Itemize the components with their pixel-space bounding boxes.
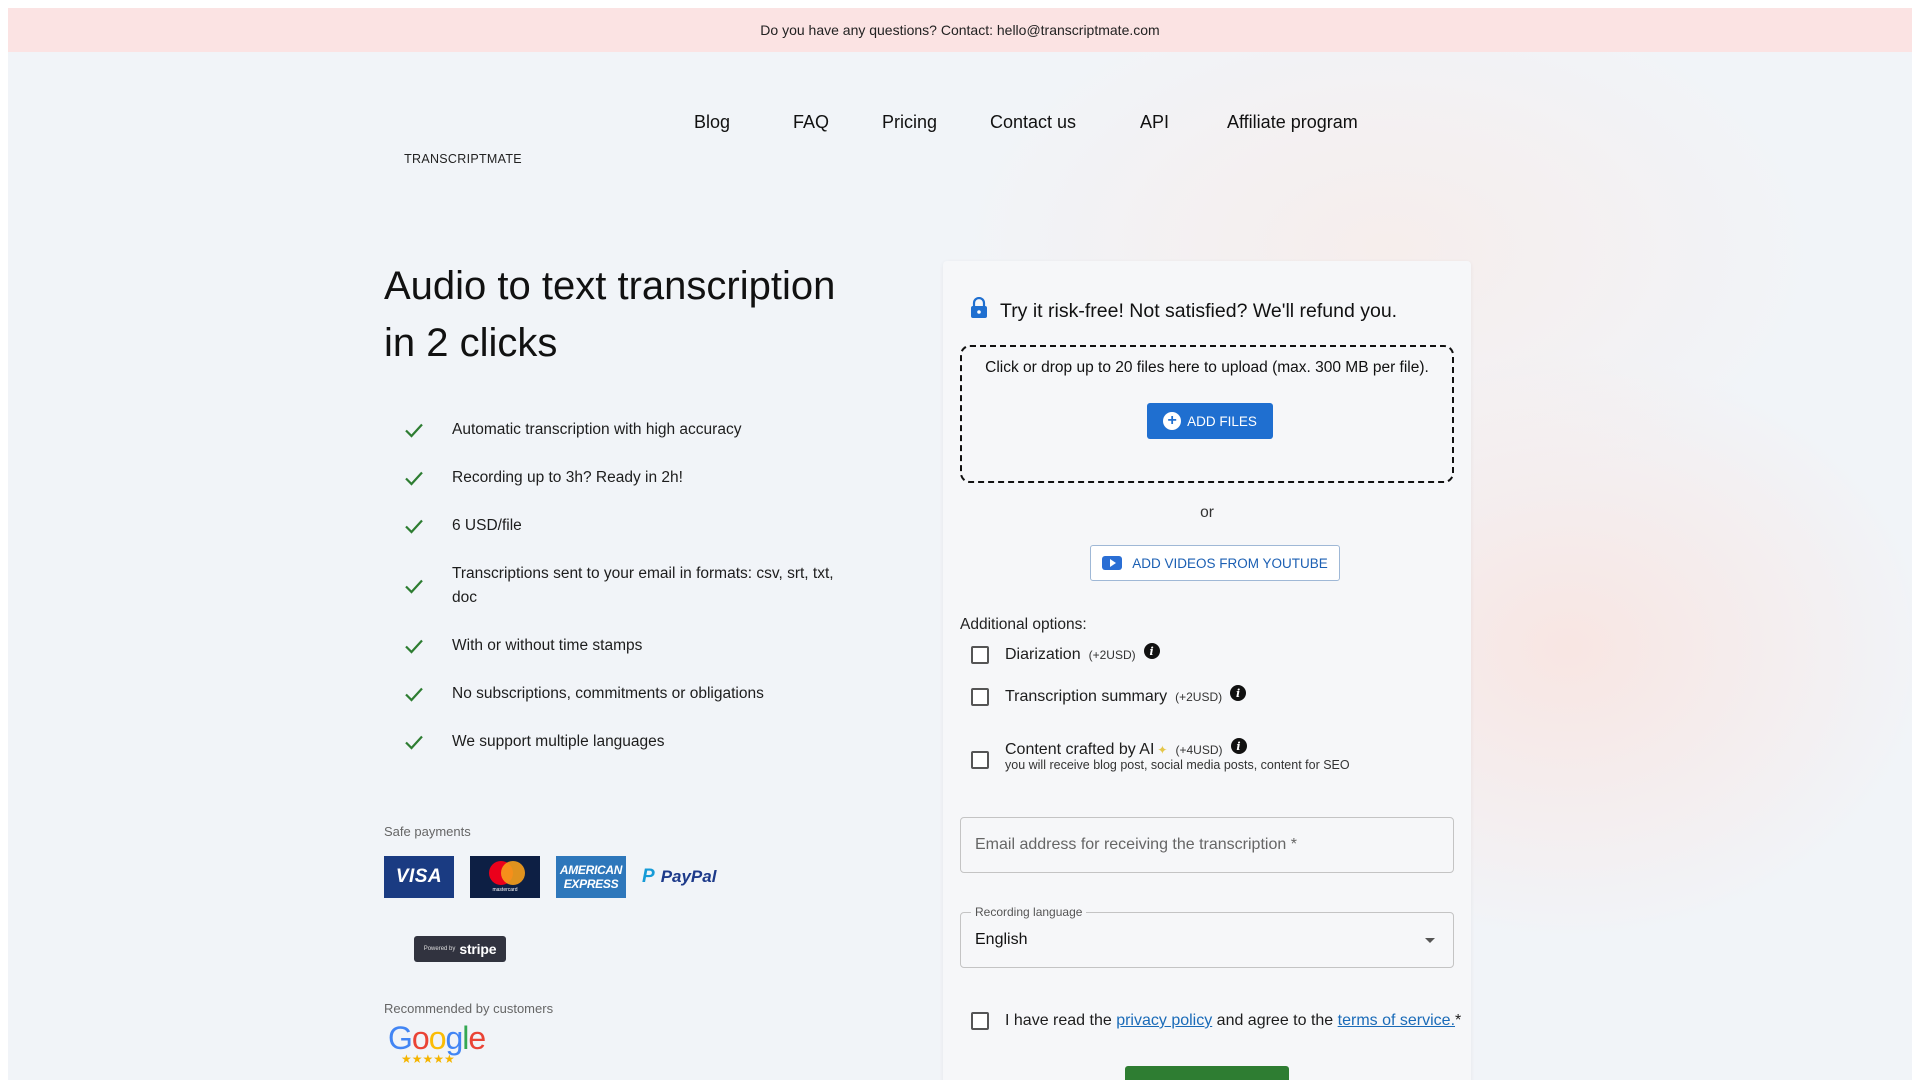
stripe-text: stripe	[459, 941, 497, 957]
feature-item: 6 USD/file	[402, 514, 842, 538]
title-line-1: Audio to text transcription	[384, 264, 836, 308]
recommended-label: Recommended by customers	[384, 1001, 554, 1016]
feature-text: 6 USD/file	[452, 517, 522, 534]
soundwave-icon	[429, 102, 499, 148]
add-youtube-videos-button[interactable]: ADD VIDEOS FROM YOUTUBE	[1090, 545, 1340, 581]
mastercard-text: mastercard	[492, 887, 518, 893]
feature-text: Automatic transcription with high accura…	[452, 421, 742, 438]
nav-contact-us[interactable]: Contact us	[990, 112, 1076, 133]
info-icon[interactable]: i	[1230, 738, 1247, 754]
order-form-card: Try it risk-free! Not satisfied? We'll r…	[943, 261, 1471, 1080]
nav-blog[interactable]: Blog	[694, 112, 730, 133]
feature-item: With or without time stamps	[402, 634, 842, 658]
terms-text-mid: and agree to the	[1212, 1012, 1338, 1029]
option-label: Diarization	[1005, 646, 1081, 663]
mastercard-logo: mastercard	[470, 856, 540, 898]
visa-logo: VISA	[384, 856, 454, 898]
terms-agreement: I have read the privacy policy and agree…	[971, 1012, 1461, 1030]
rating-stars: ★★★★★	[401, 1052, 455, 1066]
safe-payments-label: Safe payments	[384, 824, 471, 839]
paypal-icon: P	[642, 866, 655, 887]
amex-logo: AMERICAN EXPRESS	[556, 856, 626, 898]
title-line-2: in 2 clicks	[384, 321, 558, 365]
amex-line-2: EXPRESS	[563, 877, 619, 891]
option-label: Transcription summary	[1005, 688, 1168, 705]
feature-text: With or without time stamps	[452, 637, 643, 654]
feature-text: No subscriptions, commitments or obligat…	[452, 685, 764, 702]
plus-circle-icon: +	[1163, 412, 1182, 430]
privacy-policy-link[interactable]: privacy policy	[1116, 1012, 1212, 1030]
option-transcription-summary: Transcription summary (+2USD) i	[971, 685, 1247, 706]
email-field[interactable]: Email address for receiving the transcri…	[960, 817, 1454, 873]
guarantee-text: Try it risk-free! Not satisfied? We'll r…	[1000, 299, 1398, 322]
logo[interactable]: TRANSCRIPTMATE	[398, 102, 528, 166]
site-header: TRANSCRIPTMATE Blog FAQ Pricing Contact …	[8, 52, 1912, 182]
paypal-logo: P PayPal	[642, 856, 722, 898]
youtube-icon	[1102, 556, 1123, 570]
info-icon[interactable]: i	[1230, 685, 1247, 701]
terms-of-service-link[interactable]: terms of service.	[1338, 1012, 1455, 1030]
order-button[interactable]: ORDER!	[1125, 1066, 1289, 1080]
nav-affiliate-program[interactable]: Affiliate program	[1227, 112, 1358, 133]
feature-item: No subscriptions, commitments or obligat…	[402, 682, 842, 706]
feature-item: Recording up to 3h? Ready in 2h!	[402, 466, 842, 490]
logo-text: TRANSCRIPTMATE	[404, 152, 522, 166]
amex-line-1: AMERICAN	[559, 863, 623, 877]
file-dropzone[interactable]: Click or drop up to 20 files here to upl…	[960, 345, 1454, 483]
terms-text-pre: I have read the	[1005, 1012, 1117, 1029]
stripe-prefix: Powered by	[423, 946, 456, 952]
paypal-text: PayPal	[660, 867, 717, 886]
checkmark-icon	[402, 574, 426, 598]
stripe-badge: Powered by stripe	[414, 936, 506, 962]
youtube-button-label: ADD VIDEOS FROM YOUTUBE	[1132, 555, 1328, 571]
contact-banner: Do you have any questions? Contact: hell…	[8, 8, 1912, 52]
feature-text: Recording up to 3h? Ready in 2h!	[452, 469, 683, 486]
option-price: (+2USD)	[1175, 690, 1223, 704]
feature-item: Transcriptions sent to your email in for…	[402, 562, 842, 610]
option-label: Content crafted by AI	[1005, 741, 1155, 758]
recording-language-select[interactable]: Recording language English	[960, 905, 1454, 968]
add-files-button[interactable]: + ADD FILES	[1147, 403, 1273, 439]
feature-item: Automatic transcription with high accura…	[402, 418, 842, 442]
dropdown-arrow-icon	[1425, 938, 1435, 943]
option-diarization: Diarization (+2USD) i	[971, 643, 1160, 664]
page-title: Audio to text transcription in 2 clicks	[384, 258, 864, 372]
info-icon[interactable]: i	[1143, 643, 1160, 659]
nav-pricing[interactable]: Pricing	[882, 112, 937, 133]
nav-api[interactable]: API	[1140, 112, 1169, 133]
mastercard-circles-icon	[485, 861, 525, 885]
lock-icon	[970, 296, 988, 325]
ai-content-note: you will receive blog post, social media…	[1005, 758, 1350, 772]
language-value: English	[975, 931, 1028, 948]
required-asterisk: *	[1455, 1012, 1462, 1029]
checkmark-icon	[402, 514, 426, 538]
checkmark-icon	[402, 418, 426, 442]
option-price: (+2USD)	[1088, 648, 1136, 662]
ai-content-checkbox[interactable]	[971, 751, 989, 769]
feature-text: We support multiple languages	[452, 733, 665, 750]
checkmark-icon	[402, 634, 426, 658]
additional-options-label: Additional options:	[960, 616, 1087, 633]
nav-faq[interactable]: FAQ	[793, 112, 829, 133]
or-separator: or	[1200, 504, 1214, 521]
feature-text: Transcriptions sent to your email in for…	[452, 565, 834, 606]
summary-checkbox[interactable]	[971, 688, 989, 706]
language-label: Recording language	[971, 905, 1087, 919]
dropzone-text: Click or drop up to 20 files here to upl…	[985, 359, 1429, 376]
contact-banner-text: Do you have any questions? Contact: hell…	[760, 22, 1160, 38]
terms-checkbox[interactable]	[971, 1012, 989, 1030]
page: Do you have any questions? Contact: hell…	[8, 8, 1912, 1080]
add-files-label: ADD FILES	[1187, 413, 1257, 429]
diarization-checkbox[interactable]	[971, 646, 989, 664]
refund-guarantee: Try it risk-free! Not satisfied? We'll r…	[970, 296, 1398, 325]
checkmark-icon	[402, 730, 426, 754]
checkmark-icon	[402, 466, 426, 490]
sparkle-icon: ✦	[1157, 743, 1168, 757]
checkmark-icon	[402, 682, 426, 706]
option-price: (+4USD)	[1175, 743, 1223, 757]
feature-item: We support multiple languages	[402, 730, 842, 754]
email-placeholder: Email address for receiving the transcri…	[975, 836, 1297, 853]
